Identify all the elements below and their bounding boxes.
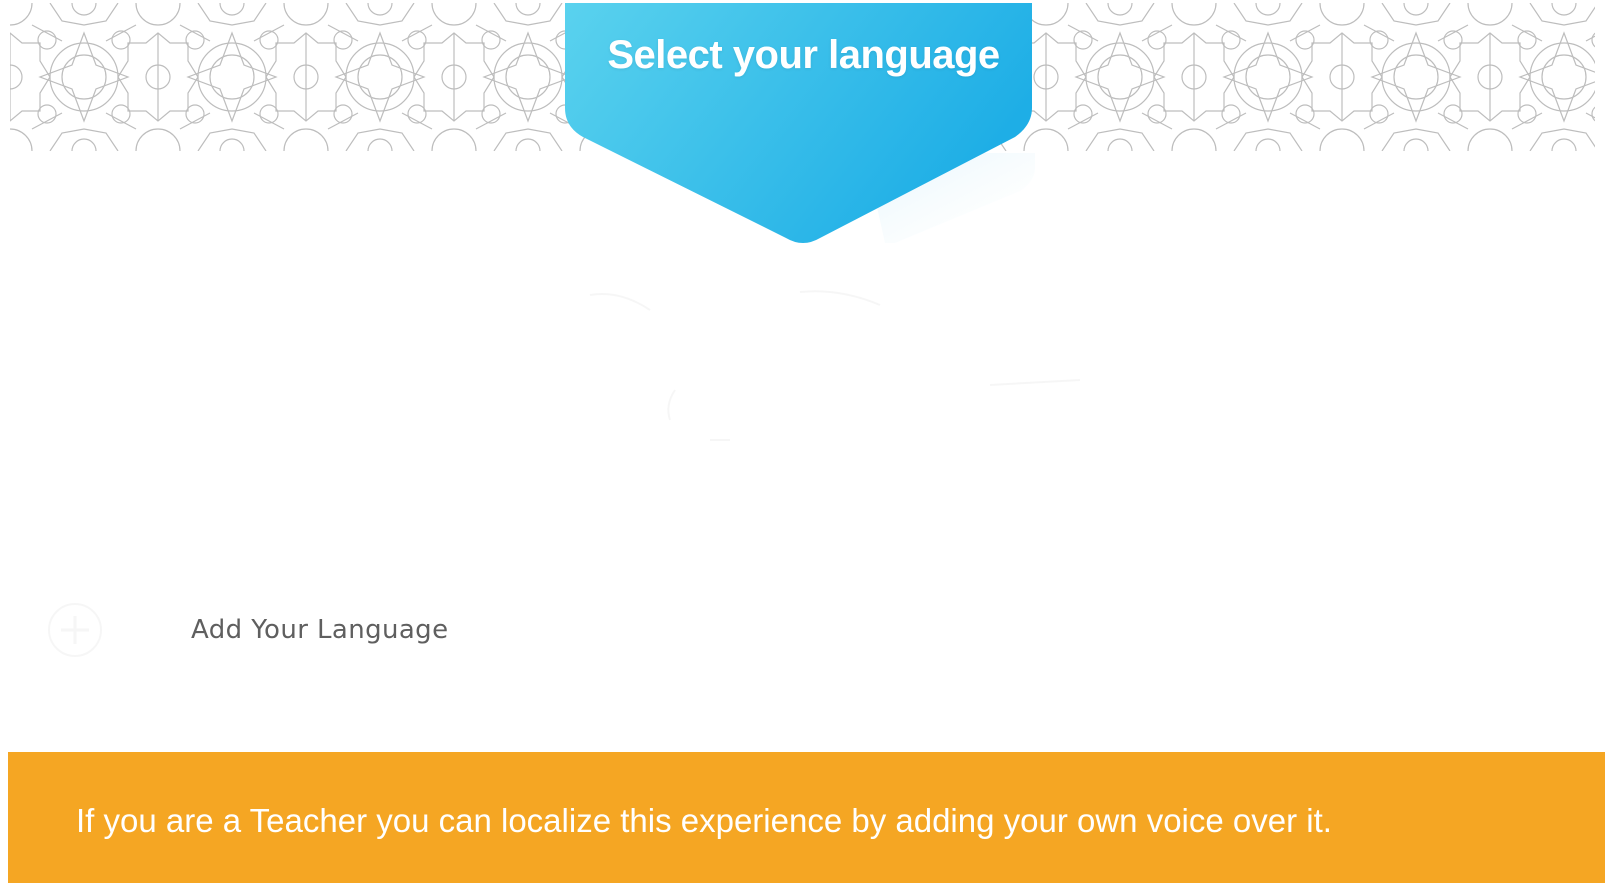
- language-selection-screen: Select your language Add Your Language I…: [0, 0, 1605, 883]
- teacher-info-footer: If you are a Teacher you can localize th…: [8, 752, 1605, 883]
- plus-icon: [48, 603, 102, 657]
- add-language-label: Add Your Language: [191, 615, 449, 645]
- faded-language-placeholder: [589, 290, 1081, 441]
- add-language-button[interactable]: Add Your Language: [30, 600, 550, 660]
- title-banner: Select your language: [565, 3, 1042, 248]
- page-title: Select your language: [607, 33, 1000, 77]
- footer-message: If you are a Teacher you can localize th…: [76, 802, 1332, 839]
